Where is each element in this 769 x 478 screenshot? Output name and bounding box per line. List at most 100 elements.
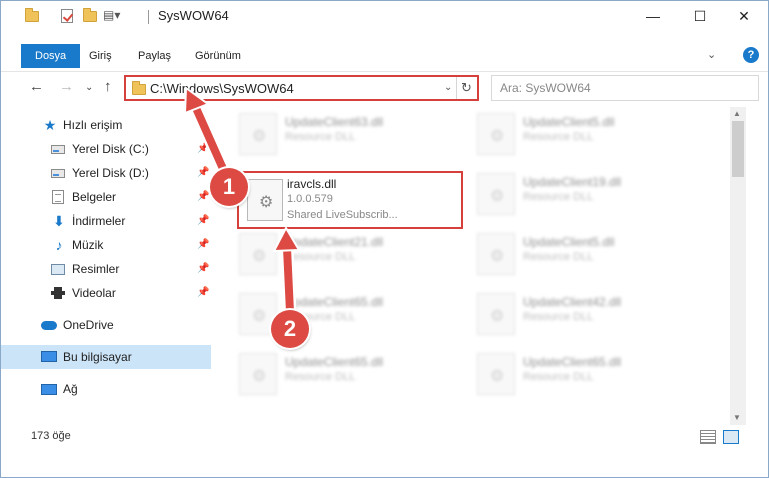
callout-badge-1: 1 xyxy=(210,168,248,206)
navigation-pane: ★ Hızlı erişim Yerel Disk (C:) 📌 Yerel D… xyxy=(1,111,213,421)
tiles-view-icon[interactable] xyxy=(723,430,739,444)
file-name: UpdateClient42.dll xyxy=(523,295,622,309)
tab-home[interactable]: Giriş xyxy=(81,44,120,68)
scroll-thumb[interactable] xyxy=(732,121,744,177)
address-dropdown-icon[interactable]: ⌄ xyxy=(444,82,452,93)
dll-file-icon xyxy=(477,353,515,395)
file-description: Shared LiveSubscrib... xyxy=(287,209,398,221)
highlighted-file-item[interactable]: iravcls.dll 1.0.0.579 Shared LiveSubscri… xyxy=(237,171,463,229)
cloud-icon xyxy=(41,318,57,332)
pin-icon[interactable]: 📌 xyxy=(197,209,209,233)
sidebar-item-label: İndirmeler xyxy=(72,214,126,228)
file-name: UpdateClient5.dll xyxy=(523,235,615,249)
item-count: 173 öğe xyxy=(31,430,71,442)
details-view-icon[interactable] xyxy=(700,430,716,444)
file-version: 1.0.0.579 xyxy=(287,193,333,205)
dll-file-icon xyxy=(477,113,515,155)
pictures-icon xyxy=(51,262,65,276)
file-item[interactable]: UpdateClient42.dll Resource DLL xyxy=(473,289,703,337)
sidebar-item-onedrive[interactable]: OneDrive xyxy=(1,313,211,337)
sidebar-item-network[interactable]: Ağ xyxy=(1,377,211,401)
search-placeholder[interactable]: Ara: SysWOW64 xyxy=(500,81,591,95)
file-type: Resource DLL xyxy=(285,251,356,263)
up-button[interactable]: ↑ xyxy=(104,78,112,95)
minimize-button[interactable]: — xyxy=(630,1,676,31)
sidebar-item-label: Yerel Disk (D:) xyxy=(72,166,149,180)
dll-file-icon xyxy=(239,113,277,155)
pin-icon[interactable]: 📌 xyxy=(197,233,209,257)
search-box[interactable]: Ara: SysWOW64 xyxy=(491,75,759,101)
new-folder-icon[interactable] xyxy=(83,8,97,23)
sidebar-item-label: Ağ xyxy=(63,382,78,396)
customize-toolbar-icon[interactable]: ▤▾ xyxy=(103,8,120,22)
drive-icon xyxy=(51,166,65,180)
file-type: Resource DLL xyxy=(285,371,356,383)
documents-icon xyxy=(52,190,66,204)
pin-icon[interactable]: 📌 xyxy=(197,161,209,185)
file-item[interactable]: UpdateClient65.dll Resource DLL xyxy=(473,349,703,397)
scroll-down-icon[interactable]: ▼ xyxy=(733,413,741,422)
file-name: UpdateClient65.dll xyxy=(285,295,384,309)
refresh-icon[interactable]: ↻ xyxy=(461,80,472,96)
sidebar-item-label: Bu bilgisayar xyxy=(63,350,132,364)
file-name: UpdateClient65.dll xyxy=(285,355,384,369)
explorer-window: ▤▾ SysWOW64 — ☐ ✕ Dosya Giriş Paylaş Gör… xyxy=(0,0,769,478)
folder-icon xyxy=(25,8,39,23)
address-path[interactable]: C:\Windows\SysWOW64 xyxy=(150,81,294,96)
sidebar-item-downloads[interactable]: ⬇ İndirmeler 📌 xyxy=(1,209,211,233)
address-bar[interactable]: C:\Windows\SysWOW64 ⌄ ↻ xyxy=(124,75,479,101)
file-type: Resource DLL xyxy=(523,131,594,143)
file-item[interactable]: UpdateClient21.dll Resource DLL xyxy=(235,229,465,277)
maximize-button[interactable]: ☐ xyxy=(677,1,723,31)
close-button[interactable]: ✕ xyxy=(721,1,767,31)
sidebar-item-label: Resimler xyxy=(72,262,120,276)
file-name: UpdateClient63.dll xyxy=(285,115,384,129)
file-list: UpdateClient63.dll Resource DLL UpdateCl… xyxy=(215,107,729,425)
pin-icon[interactable]: 📌 xyxy=(197,137,209,161)
file-item[interactable]: UpdateClient65.dll Resource DLL xyxy=(235,289,465,337)
vertical-scrollbar[interactable]: ▲ ▼ xyxy=(730,107,746,425)
navigation-bar: ← → ⌄ ↑ C:\Windows\SysWOW64 ⌄ ↻ Ara: Sys… xyxy=(1,71,768,103)
sidebar-item-quick-access[interactable]: ★ Hızlı erişim xyxy=(1,113,211,137)
help-icon[interactable]: ? xyxy=(743,47,759,63)
file-type: Resource DLL xyxy=(523,371,594,383)
file-item[interactable]: UpdateClient5.dll Resource DLL xyxy=(473,109,703,157)
scroll-up-icon[interactable]: ▲ xyxy=(733,109,741,118)
tab-file[interactable]: Dosya xyxy=(21,44,81,68)
sidebar-item-this-pc[interactable]: Bu bilgisayar xyxy=(1,345,211,369)
network-icon xyxy=(41,382,57,396)
file-item[interactable]: UpdateClient63.dll Resource DLL xyxy=(235,109,465,157)
pin-icon[interactable]: 📌 xyxy=(197,281,209,305)
sidebar-item-music[interactable]: ♪ Müzik 📌 xyxy=(1,233,211,257)
sidebar-item-label: Yerel Disk (C:) xyxy=(72,142,149,156)
file-type: Resource DLL xyxy=(523,251,594,263)
address-divider xyxy=(456,77,457,99)
expand-ribbon-icon[interactable]: ⌄ xyxy=(707,48,716,61)
sidebar-item-pictures[interactable]: Resimler 📌 xyxy=(1,257,211,281)
sidebar-item-drive-c[interactable]: Yerel Disk (C:) 📌 xyxy=(1,137,211,161)
download-icon: ⬇ xyxy=(53,213,65,229)
sidebar-item-videos[interactable]: Videolar 📌 xyxy=(1,281,211,305)
pin-icon[interactable]: 📌 xyxy=(197,185,209,209)
file-item[interactable]: UpdateClient65.dll Resource DLL xyxy=(235,349,465,397)
file-item[interactable]: UpdateClient5.dll Resource DLL xyxy=(473,229,703,277)
star-icon: ★ xyxy=(43,117,57,133)
music-icon: ♪ xyxy=(55,237,63,253)
videos-icon xyxy=(51,286,65,300)
file-item[interactable]: UpdateClient19.dll Resource DLL xyxy=(473,169,703,217)
tab-share[interactable]: Paylaş xyxy=(130,44,179,68)
recent-locations-button[interactable]: ⌄ xyxy=(85,82,93,93)
tab-view[interactable]: Görünüm xyxy=(187,44,249,68)
sidebar-item-drive-d[interactable]: Yerel Disk (D:) 📌 xyxy=(1,161,211,185)
properties-icon[interactable] xyxy=(61,9,75,23)
dll-file-icon xyxy=(477,293,515,335)
file-type: Resource DLL xyxy=(523,191,594,203)
title-separator xyxy=(148,10,149,24)
pin-icon[interactable]: 📌 xyxy=(197,257,209,281)
sidebar-item-label: Belgeler xyxy=(72,190,117,204)
dll-file-icon xyxy=(239,233,277,275)
file-name: UpdateClient5.dll xyxy=(523,115,615,129)
forward-button[interactable]: → xyxy=(59,78,74,95)
back-button[interactable]: ← xyxy=(29,78,44,95)
sidebar-item-documents[interactable]: Belgeler 📌 xyxy=(1,185,211,209)
